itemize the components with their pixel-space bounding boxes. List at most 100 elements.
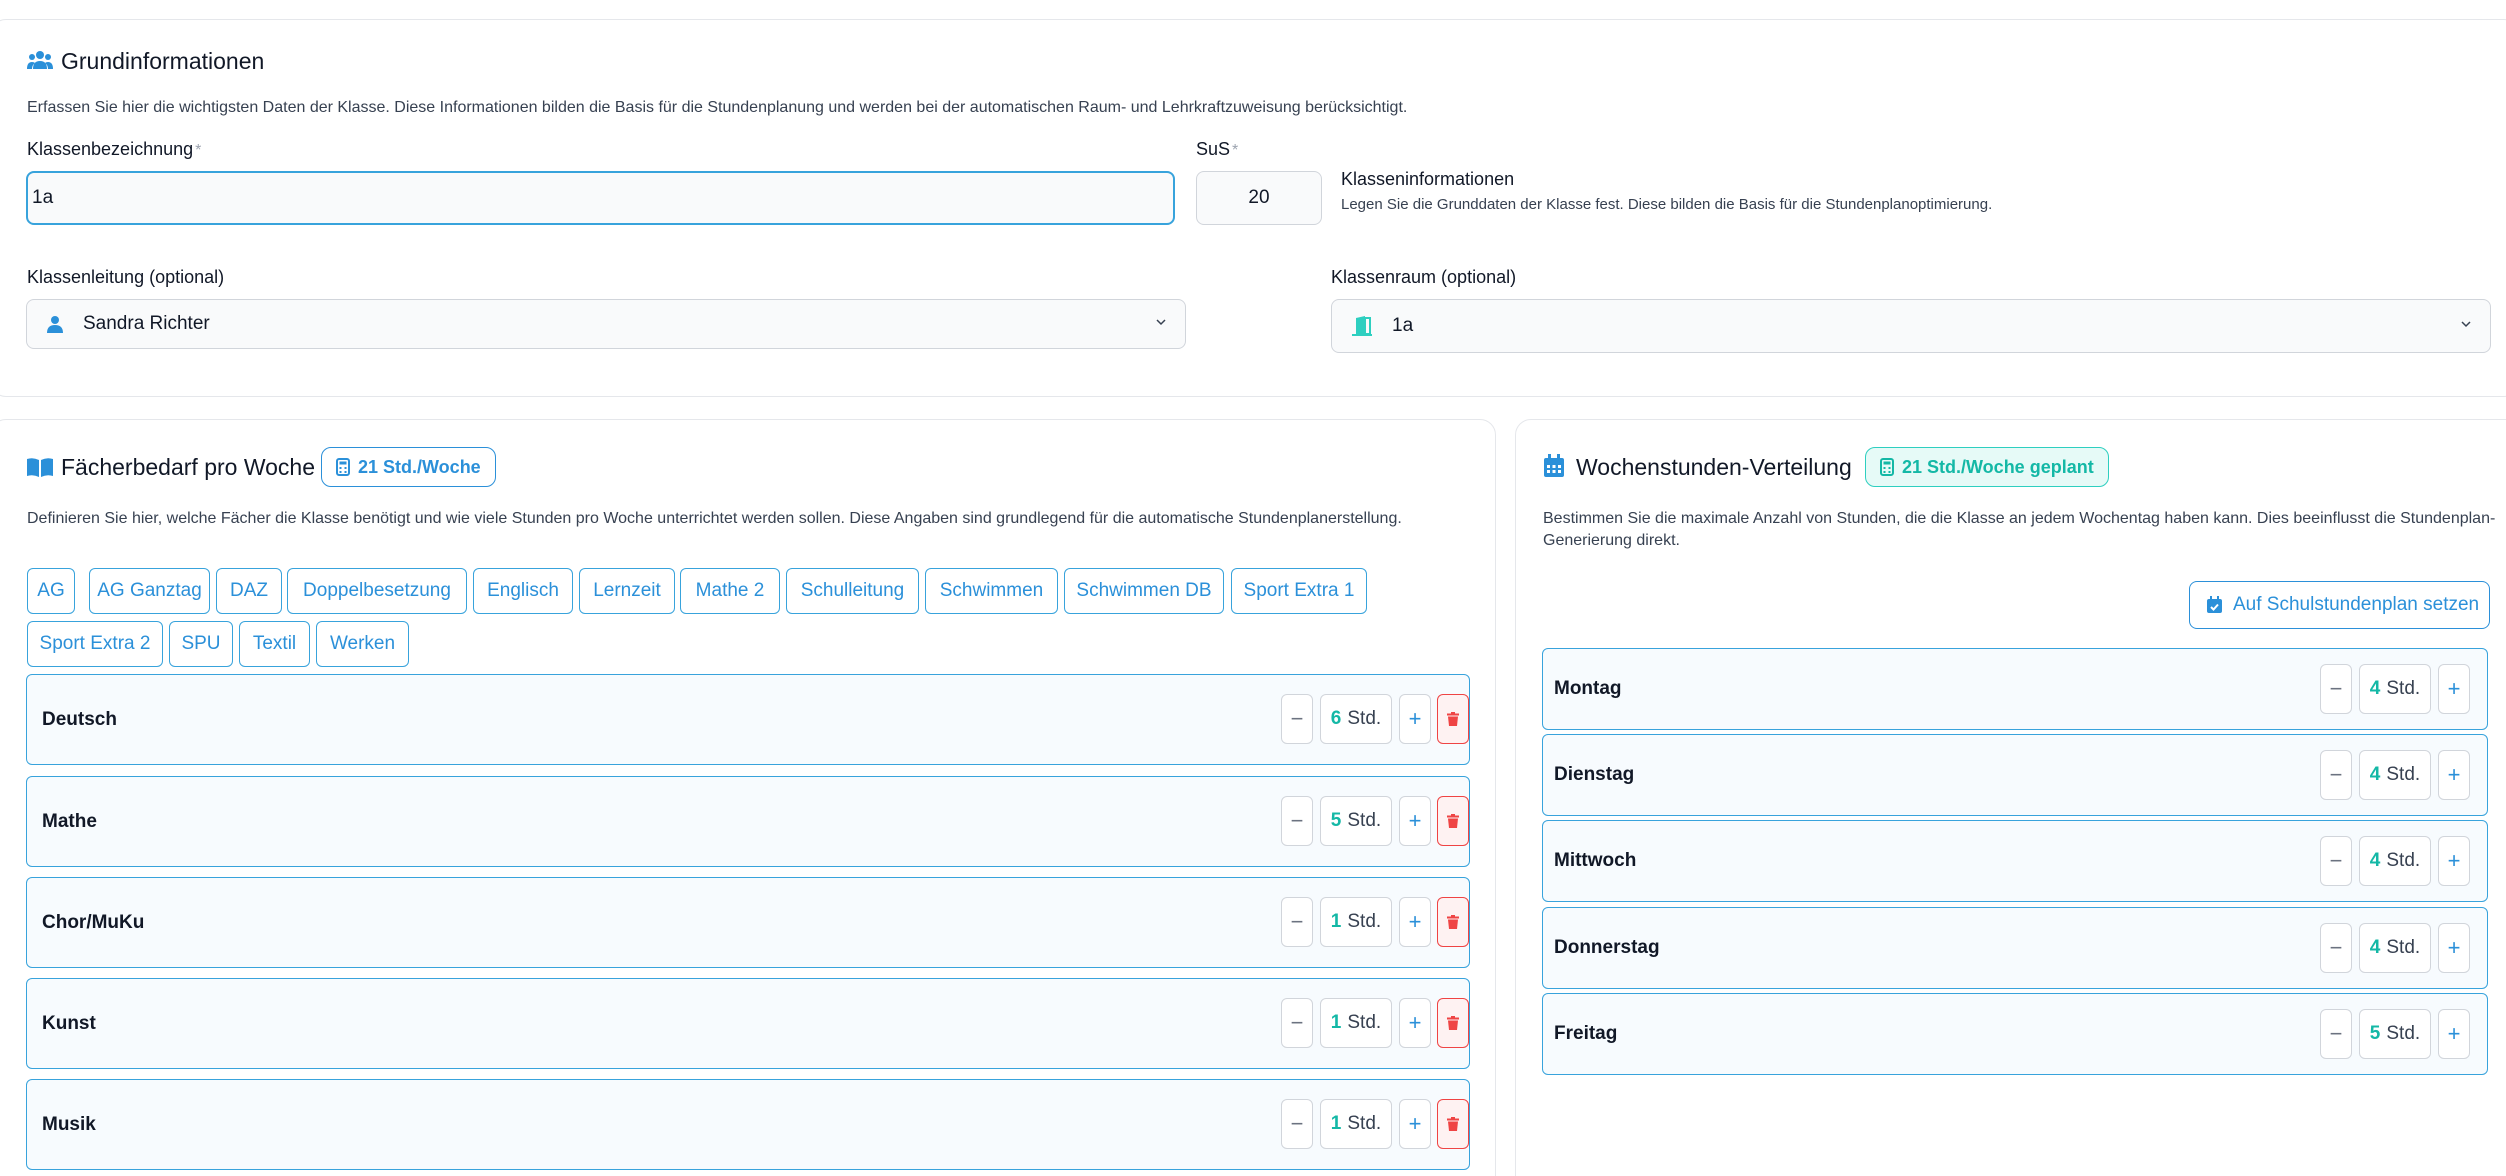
increase-button[interactable]: + [2438,1009,2470,1059]
wochenstunden-card: Wochenstunden-Verteilung 21 Std./Woche g… [1515,419,2506,1176]
decrease-button[interactable]: − [1281,1099,1313,1149]
subject-row: Mathe −5 Std. + [26,776,1470,867]
subject-chip[interactable]: Sport Extra 1 [1231,568,1367,614]
day-name: Montag [1554,678,1622,699]
minus-icon: − [2329,848,2343,873]
increase-button[interactable]: + [2438,923,2470,973]
plus-icon: + [2447,935,2461,960]
subject-chip[interactable]: Doppelbesetzung [287,568,467,614]
subject-chip[interactable]: Werken [316,621,409,667]
decrease-button[interactable]: − [1281,796,1313,846]
subject-name: Deutsch [42,708,117,730]
calendar-check-icon [2206,596,2223,614]
klassenraum-value: 1a [1392,315,1414,336]
hours-value: 4 Std. [2359,664,2431,714]
minus-icon: − [2329,1021,2343,1046]
decrease-button[interactable]: − [2320,1009,2352,1059]
increase-button[interactable]: + [1399,694,1431,744]
subject-chip[interactable]: DAZ [216,568,282,614]
subject-row: Musik −1 Std. + [26,1079,1470,1170]
plus-icon: + [1408,706,1422,731]
grund-description: Erfassen Sie hier die wichtigsten Daten … [27,99,1408,116]
day-row: Mittwoch −4 Std. + [1542,820,2488,902]
grund-title: Grundinformationen [61,48,265,74]
decrease-button[interactable]: − [2320,923,2352,973]
day-name: Mittwoch [1554,850,1637,871]
subject-chip[interactable]: Schwimmen DB [1064,568,1224,614]
hours-value: 4 Std. [2359,923,2431,973]
decrease-button[interactable]: − [2320,664,2352,714]
plus-icon: + [1408,909,1422,934]
sus-input[interactable]: 20 [1196,171,1322,225]
day-name: Dienstag [1554,764,1635,785]
hours-value: 4 Std. [2359,836,2431,886]
subject-row: Deutsch −6 Std. + [26,674,1470,765]
calculator-icon [336,458,350,476]
increase-button[interactable]: + [2438,664,2470,714]
subject-chip[interactable]: Textil [239,621,310,667]
decrease-button[interactable]: − [2320,750,2352,800]
chevron-down-icon [1155,316,1167,328]
trash-icon [1447,712,1459,726]
minus-icon: − [2329,676,2343,701]
subject-chip[interactable]: SPU [169,621,233,667]
subject-row: Kunst −1 Std. + [26,978,1470,1069]
plus-icon: + [1408,1111,1422,1136]
increase-button[interactable]: + [1399,796,1431,846]
subject-name: Chor/MuKu [42,911,145,933]
subject-chip[interactable]: AG Ganztag [89,568,210,614]
plus-icon: + [2447,848,2461,873]
minus-icon: − [1290,808,1304,833]
door-icon [1352,316,1372,336]
plus-icon: + [1408,1010,1422,1035]
subject-name: Musik [42,1113,96,1135]
subject-name: Kunst [42,1012,96,1034]
delete-button[interactable] [1437,796,1469,846]
subject-name: Mathe [42,810,97,832]
subject-chip[interactable]: Englisch [473,568,573,614]
day-row: Montag −4 Std. + [1542,648,2488,730]
increase-button[interactable]: + [1399,998,1431,1048]
faecher-title: Fächerbedarf pro Woche [61,454,315,480]
klassenraum-label: Klassenraum (optional) [1331,267,1517,287]
decrease-button[interactable]: − [2320,836,2352,886]
user-icon [47,315,63,333]
subject-chip[interactable]: Schulleitung [786,568,919,614]
increase-button[interactable]: + [2438,836,2470,886]
hours-value: 1 Std. [1320,998,1392,1048]
minus-icon: − [2329,762,2343,787]
plus-icon: + [2447,676,2461,701]
day-row: Dienstag −4 Std. + [1542,734,2488,816]
faecher-description: Definieren Sie hier, welche Fächer die K… [27,510,1402,527]
chevron-down-icon [2460,318,2472,330]
increase-button[interactable]: + [2438,750,2470,800]
increase-button[interactable]: + [1399,1099,1431,1149]
subject-chip[interactable]: Schwimmen [925,568,1058,614]
decrease-button[interactable]: − [1281,694,1313,744]
klassenraum-select[interactable]: 1a [1331,299,2491,353]
woche-hours-badge: 21 Std./Woche geplant [1865,447,2109,487]
delete-button[interactable] [1437,694,1469,744]
decrease-button[interactable]: − [1281,998,1313,1048]
subject-chip[interactable]: Mathe 2 [680,568,780,614]
sus-label: SuS * [1196,139,1239,159]
increase-button[interactable]: + [1399,897,1431,947]
subject-chip[interactable]: AG [27,568,75,614]
plus-icon: + [1408,808,1422,833]
delete-button[interactable] [1437,998,1469,1048]
klassenbezeichnung-input[interactable]: 1a [26,171,1175,225]
klassenleitung-select[interactable]: Sandra Richter [26,299,1186,349]
hours-value: 4 Std. [2359,750,2431,800]
subject-chip[interactable]: Sport Extra 2 [27,621,163,667]
delete-button[interactable] [1437,1099,1469,1149]
book-icon [27,457,53,482]
minus-icon: − [2329,935,2343,960]
plus-icon: + [2447,1021,2461,1046]
minus-icon: − [1290,706,1304,731]
decrease-button[interactable]: − [1281,897,1313,947]
day-name: Freitag [1554,1023,1618,1044]
subject-chip[interactable]: Lernzeit [579,568,675,614]
day-row: Freitag −5 Std. + [1542,993,2488,1075]
set-school-schedule-button[interactable]: Auf Schulstundenplan setzen [2189,581,2490,629]
delete-button[interactable] [1437,897,1469,947]
